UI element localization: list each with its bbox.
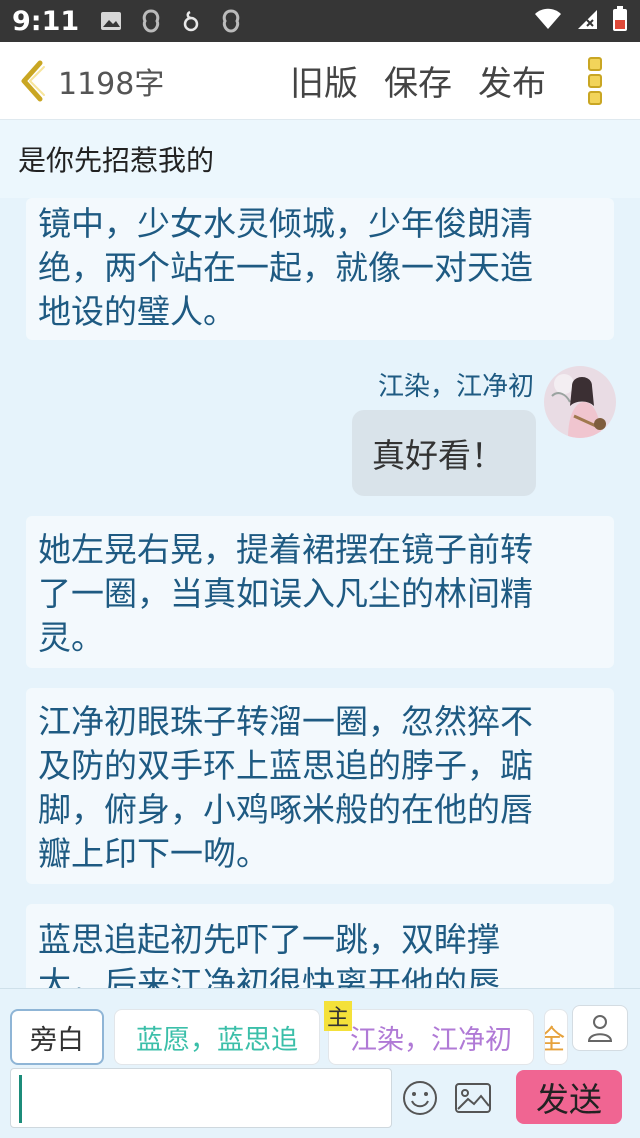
save-button[interactable]: 保存 bbox=[384, 56, 452, 105]
manage-roles-button[interactable] bbox=[572, 1005, 628, 1051]
text-caret bbox=[19, 1075, 22, 1123]
status-bar: 9:11 bbox=[0, 0, 640, 42]
chapter-title[interactable]: 是你先招惹我的 bbox=[0, 120, 640, 198]
narration-line: 灵。 bbox=[38, 618, 104, 657]
wifi-icon bbox=[534, 8, 562, 34]
narration-block[interactable]: 江净初眼珠子转溜一圈，忽然猝不 及防的双手环上蓝思追的脖子，踮 脚，俯身，小鸡啄… bbox=[26, 688, 614, 884]
role-selector-bar: 旁白 蓝愿，蓝思追 江染，江净初 主 全 bbox=[0, 988, 640, 1068]
send-button[interactable]: 发送 bbox=[516, 1070, 622, 1124]
more-menu-button[interactable] bbox=[570, 51, 620, 111]
image-upload-icon[interactable] bbox=[454, 1082, 492, 1114]
narration-line: 地设的璧人。 bbox=[38, 292, 236, 331]
app-notification-icon bbox=[139, 9, 163, 33]
narration-line: 绝，两个站在一起，就像一对天造 bbox=[38, 248, 533, 287]
emoji-icon[interactable] bbox=[402, 1080, 438, 1116]
notification-icons bbox=[99, 9, 243, 33]
person-icon bbox=[587, 1015, 613, 1042]
narration-line: 及防的双手环上蓝思追的脖子，踮 bbox=[38, 746, 533, 785]
menu-dot-icon bbox=[588, 90, 602, 105]
narration-line: 了一圈，当真如误入凡尘的林间精 bbox=[38, 574, 533, 613]
narration-line: 瓣上印下一吻。 bbox=[38, 834, 269, 873]
message-input[interactable] bbox=[10, 1068, 392, 1128]
narration-line: 脚，俯身，小鸡啄米般的在他的唇 bbox=[38, 790, 533, 829]
narration-line: 镜中，少女水灵倾城，少年俊朗清 bbox=[38, 204, 533, 243]
app-notification-icon-2 bbox=[219, 9, 243, 33]
narration-line: 她左晃右晃，提着裙摆在镜子前转 bbox=[38, 530, 533, 569]
dialog-bubble[interactable]: 真好看！ bbox=[352, 410, 536, 496]
main-character-badge: 主 bbox=[324, 1001, 352, 1031]
old-version-button[interactable]: 旧版 bbox=[290, 56, 358, 105]
image-notification-icon bbox=[99, 9, 123, 33]
dialog-speaker-name: 江染，江净初 bbox=[377, 372, 534, 402]
speaker-avatar[interactable] bbox=[544, 366, 616, 438]
battery-icon bbox=[612, 6, 628, 36]
story-content[interactable]: 镜中，少女水灵倾城，少年俊朗清 绝，两个站在一起，就像一对天造 地设的璧人。 江… bbox=[0, 198, 640, 988]
signal-icon bbox=[576, 8, 598, 34]
input-bar: 发送 bbox=[0, 1068, 640, 1138]
editor-header: 1198字 旧版 保存 发布 bbox=[0, 42, 640, 120]
menu-dot-icon bbox=[588, 56, 602, 71]
narration-line: 大，后来江净初很快离开他的唇 bbox=[38, 964, 500, 988]
chevron-left-icon bbox=[21, 60, 45, 101]
narration-block[interactable]: 蓝思追起初先吓了一跳，双眸撑 大，后来江净初很快离开他的唇 bbox=[26, 904, 614, 988]
role-lan-siz[interactable]: 蓝愿，蓝思追 bbox=[114, 1009, 320, 1065]
header-actions: 旧版 保存 发布 bbox=[290, 56, 546, 105]
narration-line: 江净初眼珠子转溜一圈，忽然猝不 bbox=[38, 702, 533, 741]
narration-line: 蓝思追起初先吓了一跳，双眸撑 bbox=[38, 920, 500, 959]
back-button[interactable] bbox=[8, 42, 56, 120]
menu-dot-icon bbox=[588, 73, 602, 88]
role-partial[interactable]: 全 bbox=[544, 1009, 568, 1065]
role-jiang-jingchu[interactable]: 江染，江净初 bbox=[328, 1009, 534, 1065]
status-time: 9:11 bbox=[12, 5, 80, 37]
system-status-icons bbox=[534, 6, 628, 36]
role-narrator[interactable]: 旁白 bbox=[10, 1009, 104, 1065]
word-count: 1198字 bbox=[58, 66, 165, 102]
narration-block[interactable]: 她左晃右晃，提着裙摆在镜子前转 了一圈，当真如误入凡尘的林间精 灵。 bbox=[26, 516, 614, 668]
narration-block[interactable]: 镜中，少女水灵倾城，少年俊朗清 绝，两个站在一起，就像一对天造 地设的璧人。 bbox=[26, 198, 614, 340]
app6-notification-icon bbox=[179, 9, 203, 33]
publish-button[interactable]: 发布 bbox=[478, 56, 546, 105]
